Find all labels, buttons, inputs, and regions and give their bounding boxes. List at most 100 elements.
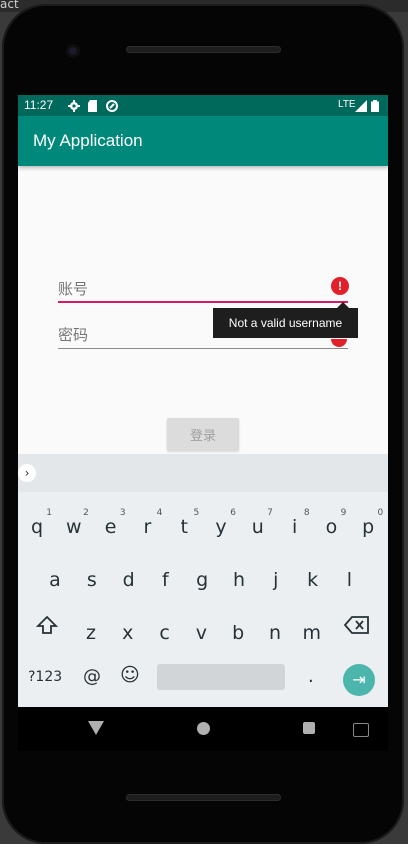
at-key[interactable]: @ [83,666,101,687]
key-label: g [196,569,209,591]
sd-card-icon [88,100,97,112]
key-label: a [49,569,61,591]
front-camera [66,44,80,58]
key-label: k [307,569,319,591]
key-number-hint: 8 [303,508,310,518]
key-m[interactable]: m [295,612,329,652]
app-bar: My Application [18,116,388,166]
key-label: f [162,569,169,591]
status-bar: 11:27 LTE [18,95,388,116]
key-number-hint: 7 [267,508,273,518]
key-number-hint: 6 [230,508,236,518]
space-bar[interactable] [157,664,285,690]
enter-icon[interactable]: ⇥ [343,664,375,696]
key-label: n [268,622,282,644]
key-label: l [346,569,353,591]
recent-apps-icon[interactable] [303,722,315,734]
key-a[interactable]: a [38,559,72,599]
symbols-key[interactable]: ?123 [28,669,62,685]
key-label: y [215,516,227,538]
key-v[interactable]: v [184,612,218,652]
back-icon[interactable] [88,721,104,735]
key-l[interactable]: l [332,559,366,599]
password-field[interactable] [58,321,348,349]
key-i[interactable]: i8 [278,506,312,546]
key-u[interactable]: u7 [241,506,275,546]
key-label: u [251,516,264,538]
key-number-hint: 9 [340,508,347,518]
key-label: e [104,516,117,538]
home-icon[interactable] [197,722,210,735]
username-underline [58,301,348,303]
key-g[interactable]: g [185,559,219,599]
top-speaker [126,46,281,53]
key-number-hint: 5 [193,508,200,518]
key-number-hint: 4 [156,508,163,518]
key-s[interactable]: s [75,559,109,599]
key-label: m [302,622,322,644]
username-input[interactable] [58,275,348,303]
key-y[interactable]: y6 [204,506,238,546]
key-f[interactable]: f [148,559,182,599]
key-z[interactable]: z [74,612,108,652]
password-input[interactable] [58,321,348,349]
key-x[interactable]: x [111,612,145,652]
data-saver-icon [106,100,118,112]
key-label: o [325,516,338,538]
key-n[interactable]: n [258,612,292,652]
key-label: s [86,569,97,591]
key-o[interactable]: o9 [314,506,348,546]
key-label: z [86,622,96,644]
password-underline [58,348,348,349]
settings-icon [68,100,80,112]
bottom-speaker [126,794,281,801]
battery-icon [371,100,379,112]
key-d[interactable]: d [112,559,146,599]
key-label: d [122,569,135,591]
key-label: q [30,516,44,538]
key-r[interactable]: r4 [130,506,164,546]
key-number-hint: 1 [46,508,52,518]
backspace-icon[interactable] [344,616,370,634]
host-window-text: act [0,0,19,11]
key-k[interactable]: k [296,559,330,599]
navigation-bar [18,707,388,751]
key-label: x [122,622,134,644]
key-j[interactable]: j [259,559,293,599]
expand-suggestions-icon[interactable]: › [18,464,36,482]
shift-icon[interactable] [36,614,58,636]
key-c[interactable]: c [148,612,182,652]
key-label: t [180,516,188,538]
emoji-icon[interactable]: ☺ [120,664,140,686]
key-label: c [159,622,170,644]
key-label: v [195,622,208,644]
key-q[interactable]: q1 [20,506,54,546]
key-label: p [362,516,375,538]
period-key[interactable]: . [308,666,314,687]
app-title: My Application [33,131,143,150]
signal-icon [355,100,367,112]
soft-keyboard: › q1w2e3r4t5y6u7i8o9p0asdfghjklzxcvbnm ?… [18,454,388,707]
keyboard-toolbar: › [18,454,388,492]
key-label: r [143,516,152,538]
key-label: w [66,516,82,538]
key-label: b [232,622,245,644]
network-type-label: LTE [338,99,356,110]
key-p[interactable]: p0 [351,506,385,546]
rotate-icon[interactable] [353,723,369,737]
username-error-icon[interactable]: ! [331,277,349,295]
key-label: i [291,516,298,538]
key-label: h [232,569,246,591]
login-button[interactable]: 登录 [167,418,239,451]
app-screen: 11:27 LTE My Application ! Not a valid u… [18,95,388,707]
username-field[interactable] [58,275,348,303]
status-time: 11:27 [24,98,54,112]
key-e[interactable]: e3 [94,506,128,546]
key-number-hint: 0 [377,508,384,518]
key-t[interactable]: t5 [167,506,201,546]
key-h[interactable]: h [222,559,256,599]
key-b[interactable]: b [221,612,255,652]
key-label: j [273,569,279,591]
key-number-hint: 3 [119,508,126,518]
key-w[interactable]: w2 [57,506,91,546]
